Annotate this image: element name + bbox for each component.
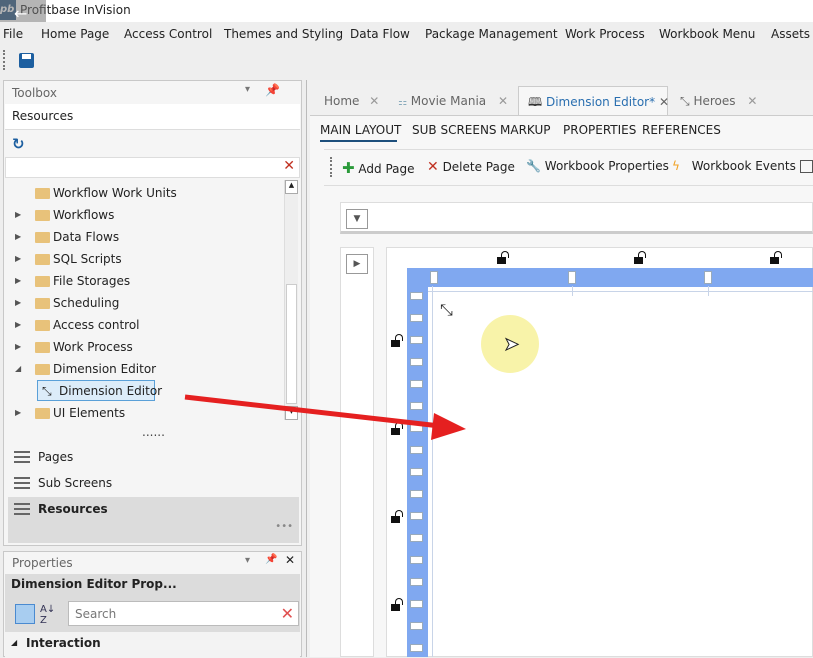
drag-arrow: [184, 394, 466, 440]
